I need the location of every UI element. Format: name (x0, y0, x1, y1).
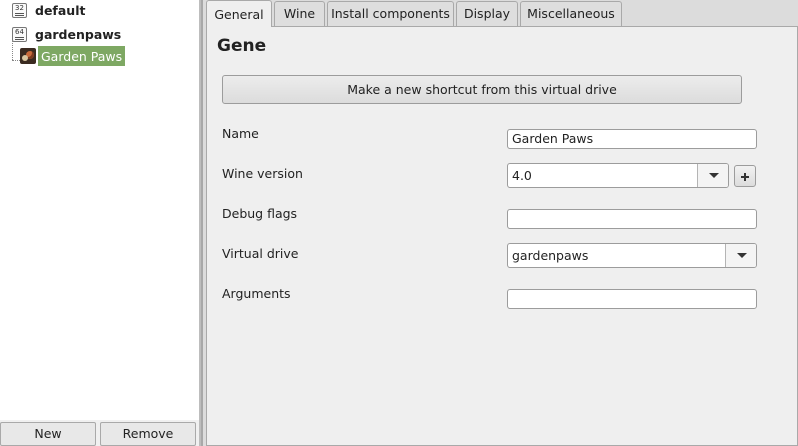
chevron-down-icon (737, 253, 747, 258)
settings-panel: General Wine Install components Display … (203, 0, 798, 446)
arguments-label: Arguments (222, 286, 291, 301)
tab-general[interactable]: General (206, 0, 272, 27)
remove-button[interactable]: Remove (100, 422, 196, 446)
wine-version-select[interactable]: 4.0 (507, 163, 729, 188)
general-tab-content: Gene Make a new shortcut from this virtu… (206, 26, 798, 446)
prefix-name-default: default (35, 2, 86, 18)
name-label: Name (222, 126, 259, 141)
tree-item-garden-paws[interactable]: Garden Paws (20, 46, 126, 66)
debug-flags-label: Debug flags (222, 206, 298, 221)
tab-wine[interactable]: Wine (274, 1, 325, 26)
arch-64-icon: 64 (12, 26, 27, 42)
plus-icon (744, 173, 746, 181)
wine-version-dropdown-button[interactable] (697, 164, 728, 187)
wine-version-label: Wine version (222, 166, 303, 181)
prefix-name-gardenpaws: gardenpaws (35, 26, 122, 42)
make-shortcut-button[interactable]: Make a new shortcut from this virtual dr… (222, 75, 742, 104)
debug-flags-field[interactable] (507, 209, 757, 229)
virtual-drive-label: Virtual drive (222, 246, 299, 261)
virtual-drive-value: gardenpaws (512, 248, 589, 263)
tab-install-components[interactable]: Install components (327, 1, 454, 26)
tree-connector (12, 40, 13, 60)
name-field[interactable]: Garden Paws (507, 129, 757, 149)
tree-item-gardenpaws[interactable]: 64 gardenpaws (12, 24, 121, 44)
prefix-panel: 32 default 64 gardenpaws Garden Paws New… (0, 0, 199, 446)
prefix-tree[interactable]: 32 default 64 gardenpaws Garden Paws (0, 0, 199, 420)
garden-paws-app-icon (20, 48, 36, 64)
virtual-drive-select[interactable]: gardenpaws (507, 243, 757, 268)
tree-connector (12, 60, 20, 61)
wine-version-value: 4.0 (512, 168, 532, 183)
virtual-drive-dropdown-button[interactable] (725, 244, 756, 267)
shortcut-label: Garden Paws (38, 46, 126, 66)
page-title: Gene (217, 36, 267, 56)
arch-32-icon: 32 (12, 2, 27, 18)
tab-miscellaneous[interactable]: Miscellaneous (520, 1, 622, 26)
tree-item-default[interactable]: 32 default (12, 0, 85, 20)
new-button[interactable]: New (0, 422, 96, 446)
chevron-down-icon (709, 173, 719, 178)
add-wine-version-button[interactable] (734, 165, 756, 187)
arguments-field[interactable] (507, 289, 757, 309)
tab-display[interactable]: Display (456, 1, 518, 26)
